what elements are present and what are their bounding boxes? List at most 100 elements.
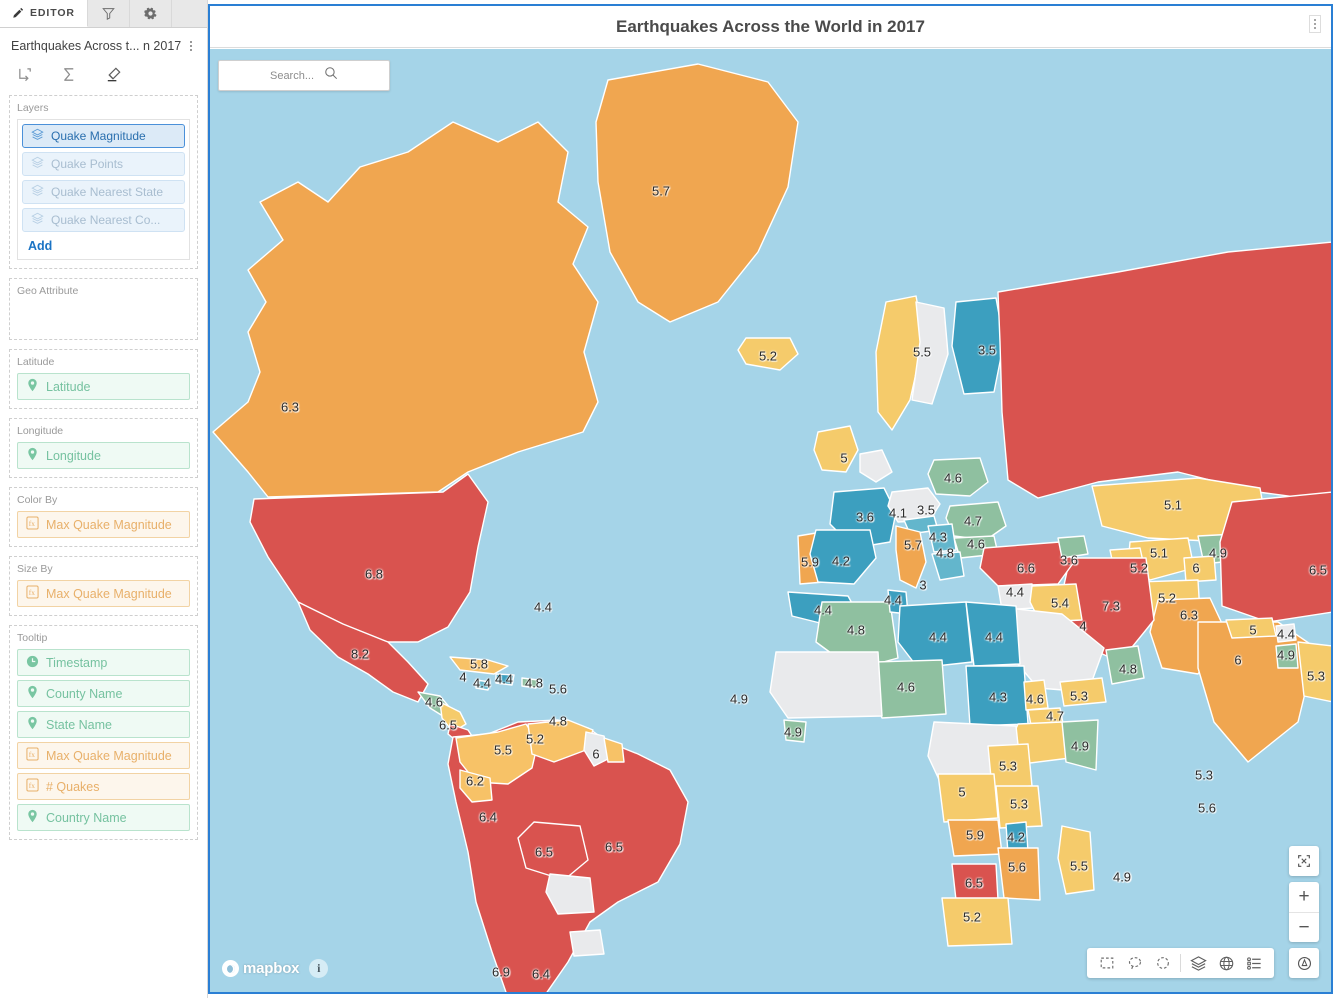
tab-editor[interactable]: EDITOR bbox=[0, 0, 88, 27]
globe-icon[interactable] bbox=[1212, 949, 1240, 977]
layer-item-quake-points[interactable]: Quake Points bbox=[22, 152, 185, 176]
country-angola-zambia[interactable] bbox=[947, 819, 1003, 857]
layers-panel: Layers Quake Magnitude Quake Points Quak… bbox=[9, 95, 198, 269]
color-by-label: Color By bbox=[17, 494, 58, 506]
layer-item-quake-nearest-country[interactable]: Quake Nearest Co... bbox=[22, 208, 185, 232]
country-somalia[interactable] bbox=[1061, 719, 1099, 771]
latitude-field[interactable]: Latitude bbox=[17, 373, 190, 400]
color-by-field[interactable]: fx Max Quake Magnitude bbox=[17, 511, 190, 538]
layers-stack-icon bbox=[31, 184, 44, 200]
zoom-group: + − bbox=[1289, 882, 1319, 942]
latitude-label: Latitude bbox=[17, 356, 55, 368]
gear-icon bbox=[144, 7, 157, 20]
application-root: EDITOR Earthquakes Across t... n 2017 La… bbox=[0, 0, 1335, 998]
country-mozambique[interactable] bbox=[997, 847, 1041, 901]
lasso-select-icon[interactable] bbox=[1121, 949, 1149, 977]
sigma-icon[interactable] bbox=[58, 63, 80, 85]
info-icon[interactable]: i bbox=[309, 959, 329, 978]
map-search-box[interactable]: Search... bbox=[218, 60, 390, 91]
function-icon: fx bbox=[26, 585, 39, 602]
layer-item-quake-nearest-state[interactable]: Quake Nearest State bbox=[22, 180, 185, 204]
country-finland[interactable] bbox=[951, 297, 1005, 395]
map-menu-button[interactable] bbox=[1309, 15, 1321, 33]
country-botswana[interactable] bbox=[951, 863, 999, 901]
svg-text:fx: fx bbox=[29, 750, 35, 759]
svg-text:fx: fx bbox=[29, 781, 35, 790]
layers-icon[interactable] bbox=[1184, 949, 1212, 977]
project-menu-button[interactable] bbox=[184, 39, 198, 53]
geo-attribute-dropzone[interactable] bbox=[17, 302, 190, 336]
zoom-out-button[interactable]: − bbox=[1289, 912, 1319, 942]
function-icon: fx bbox=[26, 747, 39, 764]
map-panel: Earthquakes Across the World in 2017 Sea… bbox=[208, 0, 1335, 998]
country-uruguay[interactable] bbox=[569, 929, 605, 957]
country-puerto-rico[interactable] bbox=[521, 677, 539, 689]
map-pin-icon bbox=[26, 809, 39, 826]
country-jamaica[interactable] bbox=[475, 679, 491, 691]
branch-icon[interactable] bbox=[14, 63, 36, 85]
longitude-panel: Longitude Longitude bbox=[9, 418, 198, 478]
color-by-value: Max Quake Magnitude bbox=[46, 517, 172, 532]
latitude-panel: Latitude Latitude bbox=[9, 349, 198, 409]
function-icon: fx bbox=[26, 778, 39, 795]
mapbox-logo[interactable]: mapbox bbox=[222, 960, 300, 977]
country-china[interactable] bbox=[1219, 491, 1331, 623]
country-tanzania[interactable] bbox=[995, 785, 1043, 829]
country-nepal[interactable] bbox=[1225, 617, 1277, 639]
country-egypt[interactable] bbox=[965, 601, 1021, 667]
country-madagascar[interactable] bbox=[1057, 825, 1095, 895]
circle-select-icon[interactable] bbox=[1149, 949, 1177, 977]
region-west-africa[interactable] bbox=[769, 651, 883, 719]
funnel-icon bbox=[102, 7, 115, 20]
tooltip-item-timestamp[interactable]: Timestamp bbox=[17, 649, 190, 676]
country-eritrea[interactable] bbox=[1023, 679, 1049, 711]
country-bangladesh[interactable] bbox=[1275, 643, 1299, 669]
zoom-in-button[interactable]: + bbox=[1289, 882, 1319, 912]
map-title: Earthquakes Across the World in 2017 bbox=[616, 16, 925, 36]
tooltip-panel: Tooltip Timestamp County Name State Name… bbox=[9, 625, 198, 840]
country-south-africa[interactable] bbox=[941, 897, 1013, 947]
expand-icon[interactable] bbox=[1289, 846, 1319, 876]
rect-select-icon[interactable] bbox=[1093, 949, 1121, 977]
tab-filter[interactable] bbox=[87, 0, 130, 27]
tooltip-item-num-quakes[interactable]: fx # Quakes bbox=[17, 773, 190, 800]
layers-stack-icon bbox=[31, 156, 44, 172]
tooltip-item-value: Country Name bbox=[46, 810, 127, 825]
tooltip-item-country-name[interactable]: Country Name bbox=[17, 804, 190, 831]
tab-settings[interactable] bbox=[129, 0, 172, 27]
add-layer-button[interactable]: Add bbox=[22, 236, 58, 257]
fullscreen-group bbox=[1289, 846, 1319, 876]
country-georgia[interactable] bbox=[1057, 535, 1089, 559]
eraser-icon[interactable] bbox=[102, 63, 124, 85]
country-bhutan[interactable] bbox=[1275, 623, 1297, 643]
longitude-field[interactable]: Longitude bbox=[17, 442, 190, 469]
country-liberia[interactable] bbox=[783, 719, 807, 743]
tooltip-item-county-name[interactable]: County Name bbox=[17, 680, 190, 707]
layer-item-quake-magnitude[interactable]: Quake Magnitude bbox=[22, 124, 185, 148]
world-choropleth bbox=[210, 49, 1331, 992]
tooltip-item-value: State Name bbox=[46, 717, 113, 732]
compass-group bbox=[1289, 948, 1319, 978]
search-icon[interactable] bbox=[324, 66, 338, 85]
country-dr-congo[interactable] bbox=[937, 773, 999, 823]
country-yemen[interactable] bbox=[1059, 677, 1107, 707]
country-oman[interactable] bbox=[1105, 645, 1145, 685]
tooltip-item-value: Timestamp bbox=[46, 655, 108, 670]
tooltip-item-max-quake-magnitude[interactable]: fx Max Quake Magnitude bbox=[17, 742, 190, 769]
map-pin-icon bbox=[26, 378, 39, 395]
country-sudan[interactable] bbox=[965, 665, 1029, 727]
legend-icon[interactable] bbox=[1240, 949, 1268, 977]
size-by-field[interactable]: fx Max Quake Magnitude bbox=[17, 580, 190, 607]
compass-icon[interactable] bbox=[1289, 948, 1319, 978]
tab-editor-label: EDITOR bbox=[30, 7, 75, 19]
country-tajikistan[interactable] bbox=[1183, 555, 1217, 583]
function-icon: fx bbox=[26, 516, 39, 533]
layers-stack-icon bbox=[31, 212, 44, 228]
tooltip-item-state-name[interactable]: State Name bbox=[17, 711, 190, 738]
project-title-row: Earthquakes Across t... n 2017 bbox=[0, 28, 207, 61]
map-canvas[interactable]: Search... 5.7 6.3 6.8 8.2 5.2 5.5 3.5 5 4.6 3.6 4.… bbox=[210, 49, 1331, 992]
project-title: Earthquakes Across t... n 2017 bbox=[11, 39, 182, 53]
editor-sidebar: EDITOR Earthquakes Across t... n 2017 La… bbox=[0, 0, 208, 998]
country-hispaniola[interactable] bbox=[495, 673, 515, 686]
map-pin-icon bbox=[26, 716, 39, 733]
